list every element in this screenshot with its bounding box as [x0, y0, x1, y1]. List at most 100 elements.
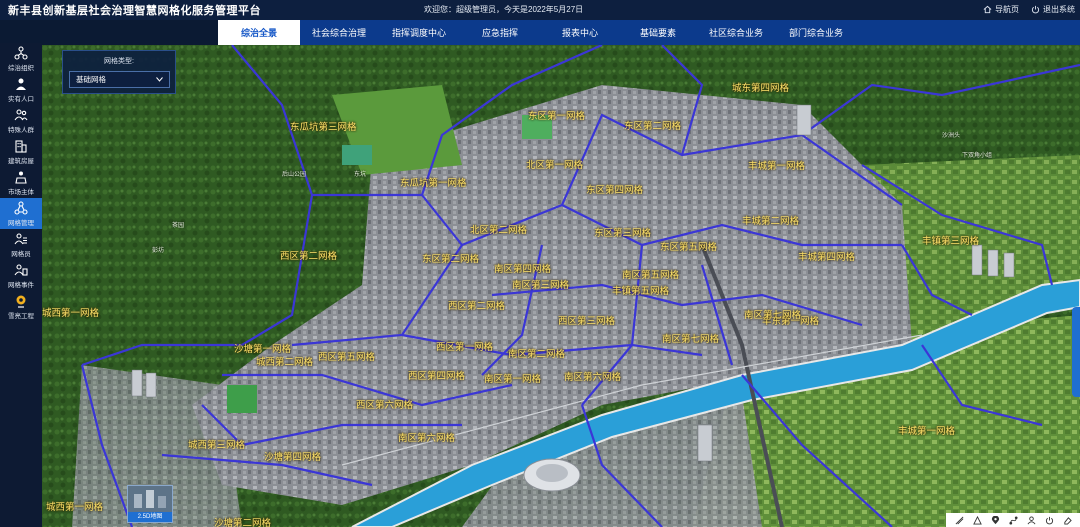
place-label: 东坑 [354, 172, 367, 178]
grid-label[interactable]: 西区第二网格 [280, 248, 337, 262]
sidebar-item-label: 综治组织 [8, 64, 34, 72]
grid-label[interactable]: 西区第三网格 [558, 313, 615, 327]
power-icon[interactable] [1045, 516, 1054, 525]
grid-label[interactable]: 南区第二网格 [508, 346, 565, 360]
people-icon [14, 108, 28, 120]
eraser-icon[interactable] [1063, 516, 1072, 525]
tab-department[interactable]: 部门综合业务 [776, 20, 856, 45]
sidebar-item-grid-workers[interactable]: 网格员 [0, 229, 42, 260]
grid-type-value: 基础网格 [76, 75, 106, 84]
camera-icon [16, 295, 26, 308]
tab-overview[interactable]: 综治全景 [218, 20, 300, 45]
location-pin-icon[interactable] [991, 515, 1000, 525]
place-label: 沙洲头 [942, 133, 961, 139]
grid-label[interactable]: 南区第一网格 [484, 371, 541, 385]
thumbnail-label: 2.5D地图 [128, 512, 172, 522]
grid-label[interactable]: 沙塘第二网格 [214, 515, 271, 527]
grid-label[interactable]: 城东第四网格 [732, 80, 789, 94]
grid-label[interactable]: 西区第二网格 [448, 298, 505, 312]
grid-label[interactable]: 丰镇第五网格 [612, 283, 669, 297]
grid-label[interactable]: 丰镇第三网格 [922, 233, 979, 247]
user-track-icon[interactable] [1027, 515, 1036, 525]
grid-label[interactable]: 丰城第二网格 [742, 213, 799, 227]
grid-type-label: 网格类型: [104, 58, 134, 65]
sidebar-item-special-groups[interactable]: 特殊人群 [0, 105, 42, 136]
main-nav: 综治全景 社会综合治理 指挥调度中心 应急指挥 报表中心 基础要素 社区综合业务… [218, 20, 1080, 45]
top-header: 新丰县创新基层社会治理智慧网格化服务管理平台 欢迎您：超级管理员，今天是2022… [0, 0, 1080, 20]
grid-label[interactable]: 南区第六网格 [564, 369, 621, 383]
grid-label[interactable]: 南区第四网格 [494, 261, 551, 275]
grid-label[interactable]: 西区第六网格 [356, 397, 413, 411]
org-icon [14, 45, 28, 60]
building-icon [15, 139, 27, 153]
nav-page-label: 导航页 [995, 5, 1019, 14]
measure-area-icon[interactable] [972, 515, 982, 525]
grid-label[interactable]: 沙塘第一网格 [234, 341, 291, 355]
left-sidebar: 综治组织 实有人口 特殊人群 建筑房屋 市场主体 网格管理 网格员 网格事件 雪… [0, 43, 42, 527]
sidebar-item-population[interactable]: 实有人口 [0, 74, 42, 105]
grid-label[interactable]: 南区第五网格 [622, 267, 679, 281]
tab-reports[interactable]: 报表中心 [540, 20, 620, 45]
right-panel-toggle[interactable] [1072, 307, 1080, 397]
map-mode-thumbnail[interactable]: 2.5D地图 [127, 485, 173, 523]
grid-label[interactable]: 丰城第一网格 [898, 423, 955, 437]
sidebar-item-org[interactable]: 综治组织 [0, 43, 42, 74]
grid-label[interactable]: 西区第五网格 [318, 349, 375, 363]
grid-label[interactable]: 东区第三网格 [594, 225, 651, 239]
tab-emergency[interactable]: 应急指挥 [460, 20, 540, 45]
grid-label[interactable]: 南区第三网格 [512, 277, 569, 291]
grid-label[interactable]: 东区第二网格 [624, 118, 681, 132]
tab-community[interactable]: 社区综合业务 [696, 20, 776, 45]
nav-page-button[interactable]: 导航页 [983, 4, 1019, 15]
place-label: 彭坊 [152, 248, 165, 254]
grid-label[interactable]: 东区第五网格 [660, 239, 717, 253]
grid-label[interactable]: 东区第四网格 [586, 182, 643, 196]
grid-label[interactable]: 城西第一网格 [42, 305, 99, 319]
welcome-text: 欢迎您：超级管理员，今天是2022年5月27日 [424, 5, 584, 14]
thumbnail-preview [128, 486, 172, 514]
grid-label[interactable]: 东瓜坑第一网格 [400, 175, 467, 189]
grid-label[interactable]: 丰城第四网格 [798, 249, 855, 263]
grid-label[interactable]: 沙塘第四网格 [264, 449, 321, 463]
grid-label[interactable]: 城西第三网格 [188, 437, 245, 451]
grid-label[interactable]: 南区第七网格 [662, 331, 719, 345]
sidebar-item-grid[interactable]: 网格管理 [0, 198, 42, 229]
tab-base-elements[interactable]: 基础要素 [620, 20, 696, 45]
grid-type-panel: 网格类型: 基础网格 [62, 50, 176, 94]
grid-label[interactable]: 城西第一网格 [46, 499, 103, 513]
grid-label[interactable]: 南区第七网格 [744, 307, 801, 321]
power-icon [1031, 5, 1040, 14]
app-title: 新丰县创新基层社会治理智慧网格化服务管理平台 [8, 5, 261, 17]
map-view[interactable]: 后山公园 东坑 沙洲头 下双角小组 茶园 彭坊 城东第四网格 东瓜坑第三网格 东… [42, 45, 1080, 527]
sidebar-item-sharp-eyes[interactable]: 雪亮工程 [0, 291, 42, 322]
chevron-down-icon [156, 77, 163, 82]
grid-label[interactable]: 丰城第一网格 [748, 158, 805, 172]
grid-label[interactable]: 东区第二网格 [422, 251, 479, 265]
sidebar-item-buildings[interactable]: 建筑房屋 [0, 136, 42, 167]
measure-distance-icon[interactable] [955, 516, 964, 525]
sidebar-item-grid-events[interactable]: 网格事件 [0, 260, 42, 291]
grid-label[interactable]: 南区第六网格 [398, 430, 455, 444]
grid-label[interactable]: 北区第二网格 [470, 222, 527, 236]
market-icon [15, 171, 27, 184]
worker-icon [14, 232, 27, 244]
tab-social-governance[interactable]: 社会综合治理 [300, 20, 378, 45]
sidebar-item-label: 网格员 [11, 250, 31, 258]
sidebar-item-label: 实有人口 [8, 95, 34, 103]
logout-label: 退出系统 [1043, 5, 1075, 14]
person-icon [16, 78, 26, 90]
sidebar-item-label: 雪亮工程 [8, 312, 34, 320]
logout-button[interactable]: 退出系统 [1031, 4, 1075, 15]
sidebar-item-label: 建筑房屋 [8, 157, 34, 165]
grid-label[interactable]: 北区第一网格 [526, 157, 583, 171]
grid-label[interactable]: 西区第一网格 [436, 339, 493, 353]
grid-type-select[interactable]: 基础网格 [69, 71, 170, 88]
grid-label[interactable]: 东区第一网格 [528, 108, 585, 122]
grid-label[interactable]: 东瓜坑第三网格 [290, 119, 357, 133]
grid-label[interactable]: 西区第四网格 [408, 368, 465, 382]
route-icon[interactable] [1008, 515, 1018, 525]
sidebar-item-market[interactable]: 市场主体 [0, 167, 42, 198]
sidebar-item-label: 市场主体 [8, 188, 34, 196]
grid-label[interactable]: 城西第二网格 [256, 354, 313, 368]
tab-command-center[interactable]: 指挥调度中心 [378, 20, 460, 45]
